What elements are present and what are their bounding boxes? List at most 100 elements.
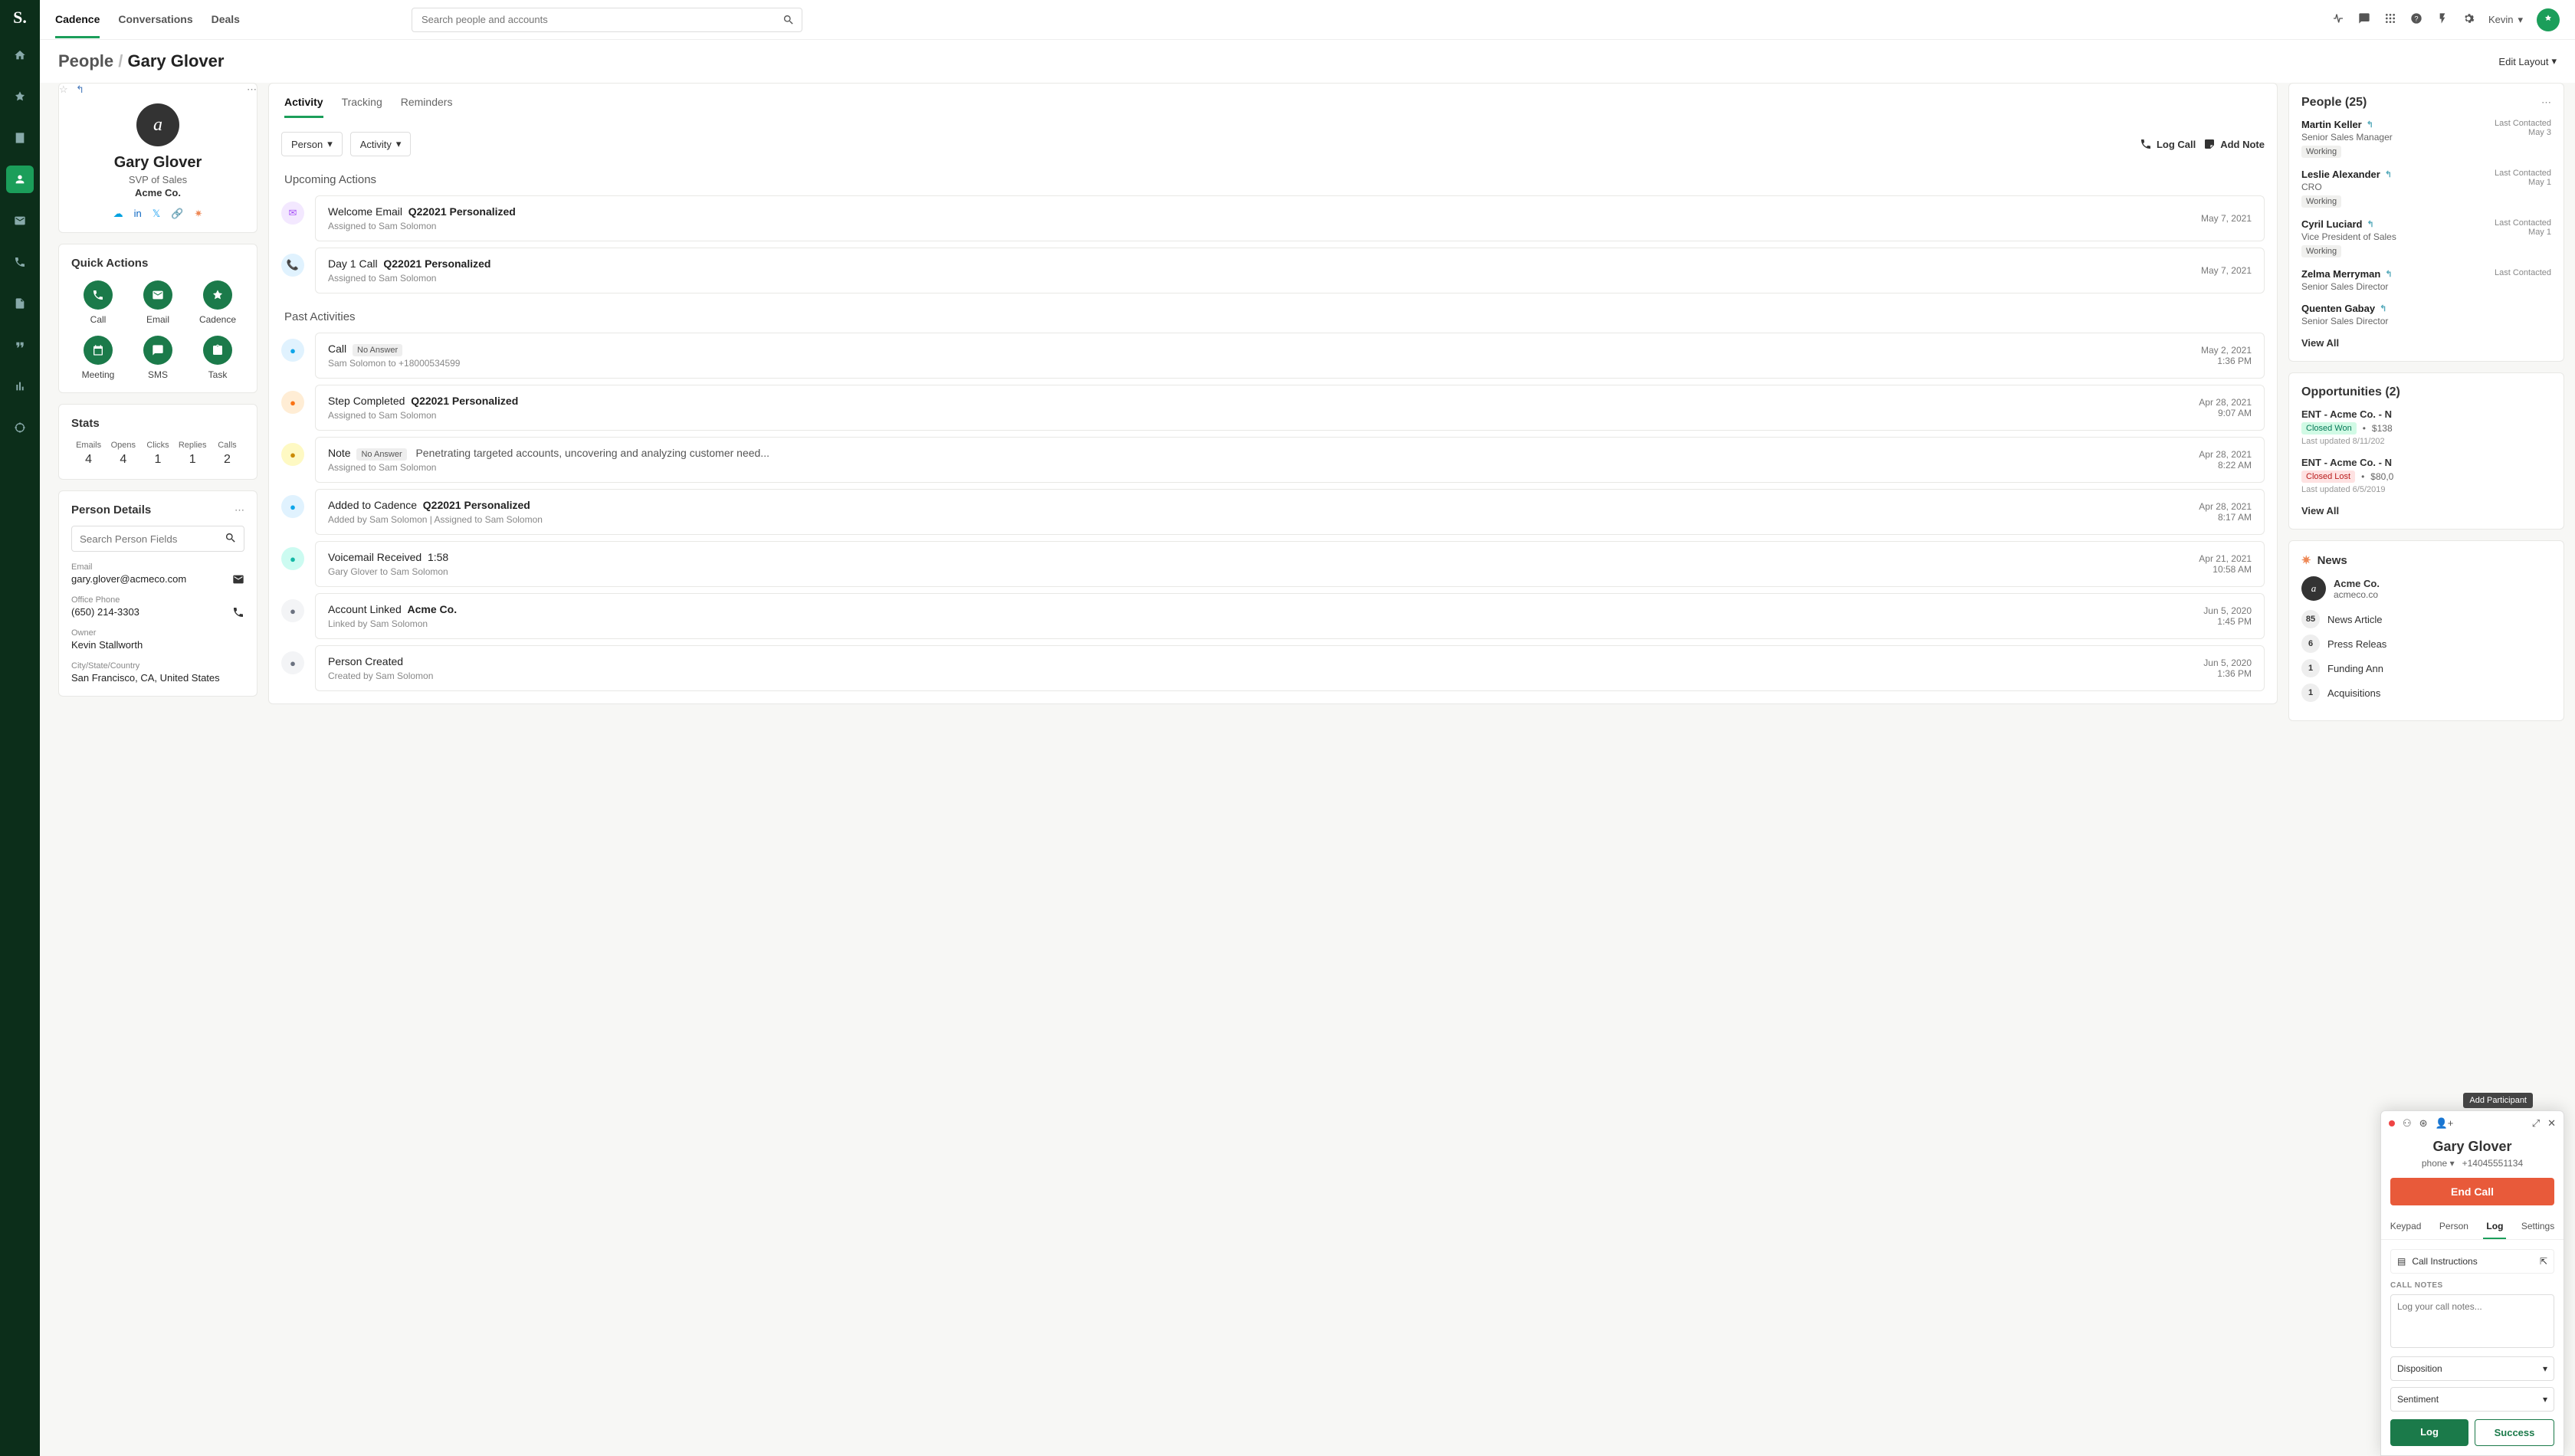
nav-deals[interactable]: Deals — [212, 1, 240, 38]
call-success-button[interactable]: Success — [2475, 1419, 2554, 1446]
breadcrumb-root[interactable]: People — [58, 51, 113, 71]
timeline-row[interactable]: ● Step Completed Q22021 PersonalizedAssi… — [281, 385, 2265, 431]
twitter-icon[interactable]: 𝕏 — [153, 208, 160, 220]
profile-menu[interactable]: ⋯ — [247, 84, 257, 96]
rail-chart[interactable] — [6, 372, 34, 400]
people-list-item[interactable]: Last ContactedMay 1 Leslie Alexander ↰ C… — [2301, 169, 2551, 208]
add-note-button[interactable]: Add Note — [2203, 138, 2265, 150]
timeline-row[interactable]: ✉ Welcome Email Q22021 PersonalizedAssig… — [281, 195, 2265, 241]
timeline-row[interactable]: ● Call No AnswerSam Solomon to +18000534… — [281, 333, 2265, 379]
qa-sms[interactable]: SMS — [131, 336, 185, 380]
call-instructions[interactable]: ▤ Call Instructions ⇱ — [2390, 1249, 2554, 1274]
opportunity-item[interactable]: ENT - Acme Co. - N Closed Won • $138 Las… — [2301, 408, 2551, 446]
call-tab-keypad[interactable]: Keypad — [2387, 1215, 2425, 1239]
rail-file[interactable] — [6, 290, 34, 317]
mail-icon[interactable] — [232, 573, 244, 588]
add-participant-icon[interactable]: 👤+ — [2436, 1117, 2454, 1130]
people-list-item[interactable]: Last ContactedMay 1 Cyril Luciard ↰ Vice… — [2301, 218, 2551, 257]
nav-conversations[interactable]: Conversations — [118, 1, 192, 38]
close-icon[interactable]: ✕ — [2547, 1117, 2556, 1130]
qa-call[interactable]: Call — [71, 280, 125, 325]
expand-icon[interactable]: ⤢ — [2532, 1117, 2540, 1130]
chevron-down-icon: ▾ — [2543, 1394, 2547, 1405]
call-tab-person[interactable]: Person — [2436, 1215, 2472, 1239]
people-menu[interactable]: ⋯ — [2541, 97, 2551, 109]
rail-phone[interactable] — [6, 248, 34, 276]
filter-person[interactable]: Person ▾ — [281, 132, 343, 156]
reply-icon[interactable]: ↰ — [76, 84, 84, 96]
profile-company[interactable]: Acme Co. — [71, 187, 244, 198]
people-list-item[interactable]: Last Contacted Zelma Merryman ↰ Senior S… — [2301, 268, 2551, 292]
help-icon[interactable]: ? — [2410, 12, 2422, 27]
people-view-all[interactable]: View All — [2301, 337, 2551, 349]
qa-cadence[interactable]: Cadence — [191, 280, 244, 325]
rail-target[interactable] — [6, 414, 34, 441]
qa-task[interactable]: Task — [191, 336, 244, 380]
details-search[interactable] — [71, 526, 244, 552]
news-row[interactable]: 6Press Releas — [2301, 635, 2551, 653]
voicemail-icon[interactable]: ⚇ — [2403, 1117, 2412, 1130]
owler-icon[interactable]: ✷ — [194, 208, 202, 220]
nav-cadence[interactable]: Cadence — [55, 1, 100, 38]
quick-action-btn[interactable] — [2537, 8, 2560, 31]
timeline-row[interactable]: ● Voicemail Received 1:58Gary Glover to … — [281, 541, 2265, 587]
search-input[interactable] — [412, 8, 802, 32]
lifesaver-icon[interactable]: ⊛ — [2419, 1117, 2428, 1130]
pulse-icon[interactable] — [2332, 12, 2344, 27]
people-list-item[interactable]: Quenten Gabay ↰ Senior Sales Director — [2301, 303, 2551, 326]
popout-icon[interactable]: ⇱ — [2540, 1256, 2547, 1267]
news-row[interactable]: 1Acquisitions — [2301, 684, 2551, 702]
stat-calls: Calls2 — [210, 441, 244, 467]
activity-icon: ● — [281, 391, 304, 414]
call-notes-input[interactable] — [2390, 1294, 2554, 1348]
chat-icon[interactable] — [2358, 12, 2370, 27]
rail-person[interactable] — [6, 166, 34, 193]
sentiment-select[interactable]: Sentiment▾ — [2390, 1387, 2554, 1412]
profile-name: Gary Glover — [71, 154, 244, 172]
rail-building[interactable] — [6, 124, 34, 152]
rail-rocket[interactable] — [6, 83, 34, 110]
timeline-row[interactable]: ● Note No Answer Penetrating targeted ac… — [281, 437, 2265, 483]
bolt-icon[interactable] — [2436, 12, 2449, 27]
edit-layout-btn[interactable]: Edit Layout ▾ — [2498, 55, 2557, 67]
timeline-row[interactable]: ● Account Linked Acme Co.Linked by Sam S… — [281, 593, 2265, 639]
timeline-row[interactable]: ● Person CreatedCreated by Sam Solomon J… — [281, 645, 2265, 691]
news-company[interactable]: a Acme Co.acmeco.co — [2301, 576, 2551, 601]
record-icon[interactable] — [2389, 1120, 2395, 1126]
tab-tracking[interactable]: Tracking — [342, 90, 382, 118]
timeline-row[interactable]: ● Added to Cadence Q22021 PersonalizedAd… — [281, 489, 2265, 535]
people-title: People (25) — [2301, 96, 2367, 110]
opportunity-item[interactable]: ENT - Acme Co. - N Closed Lost • $80,0 L… — [2301, 457, 2551, 494]
star-icon[interactable]: ☆ — [59, 84, 68, 96]
user-menu[interactable]: Kevin ▾ — [2488, 14, 2523, 26]
call-phone-row[interactable]: phone ▾ +14045551134 — [2381, 1158, 2564, 1169]
filter-activity[interactable]: Activity ▾ — [350, 132, 412, 156]
call-tab-settings[interactable]: Settings — [2518, 1215, 2557, 1239]
rail-mail[interactable] — [6, 207, 34, 234]
call-tab-log[interactable]: Log — [2483, 1215, 2506, 1239]
news-row[interactable]: 1Funding Ann — [2301, 659, 2551, 677]
call-log-button[interactable]: Log — [2390, 1419, 2468, 1446]
people-list-item[interactable]: Last ContactedMay 3 Martin Keller ↰ Seni… — [2301, 119, 2551, 158]
rail-quote[interactable] — [6, 331, 34, 359]
opps-view-all[interactable]: View All — [2301, 505, 2551, 516]
salesforce-icon[interactable]: ☁ — [113, 208, 123, 220]
disposition-select[interactable]: Disposition▾ — [2390, 1356, 2554, 1381]
timeline-row[interactable]: 📞 Day 1 Call Q22021 PersonalizedAssigned… — [281, 248, 2265, 293]
phone-icon[interactable] — [232, 606, 244, 621]
linkedin-icon[interactable]: in — [134, 208, 142, 220]
news-row[interactable]: 85News Article — [2301, 610, 2551, 628]
qa-email[interactable]: Email — [131, 280, 185, 325]
end-call-button[interactable]: End Call — [2390, 1178, 2554, 1205]
global-search[interactable] — [412, 8, 802, 32]
tab-activity[interactable]: Activity — [284, 90, 323, 118]
rail-home[interactable] — [6, 41, 34, 69]
qa-meeting[interactable]: Meeting — [71, 336, 125, 380]
apps-icon[interactable] — [2384, 12, 2396, 27]
settings-icon[interactable] — [2462, 12, 2475, 27]
log-call-button[interactable]: Log Call — [2140, 138, 2196, 150]
details-menu[interactable]: ⋯ — [235, 504, 244, 516]
link-icon[interactable]: 🔗 — [171, 208, 183, 220]
profile-title: SVP of Sales — [71, 174, 244, 185]
tab-reminders[interactable]: Reminders — [401, 90, 453, 118]
